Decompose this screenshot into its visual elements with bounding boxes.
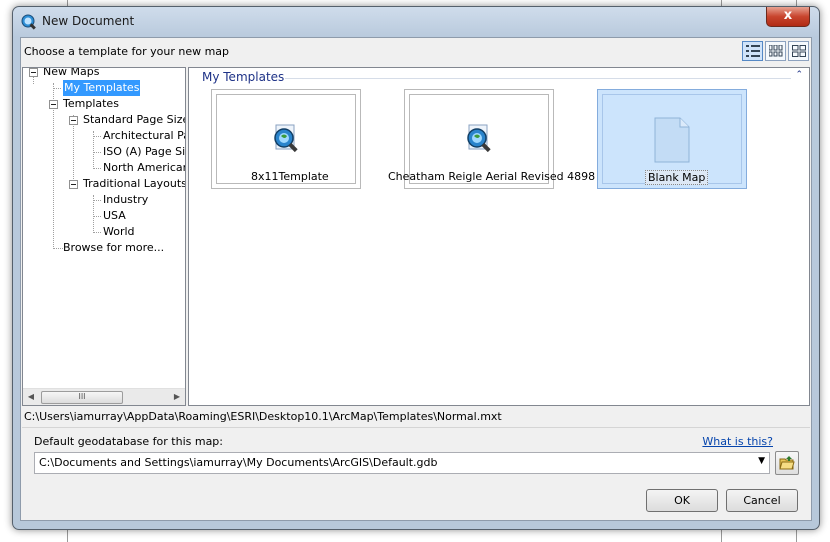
collapse-templates-icon[interactable]: [49, 100, 58, 109]
tree-item-browse[interactable]: Browse for more...: [63, 240, 164, 256]
divider: [22, 427, 810, 428]
tree-item-north-american[interactable]: North American (: [103, 160, 185, 176]
blank-document-icon: [654, 117, 690, 163]
title-bar[interactable]: New Document x: [13, 7, 819, 37]
collapse-group-icon[interactable]: ⌃: [795, 70, 803, 80]
tree-item-industry[interactable]: Industry: [103, 192, 148, 208]
category-tree[interactable]: New Maps My Templates Templates Standard…: [22, 67, 186, 406]
collapse-standard-page-sizes-icon[interactable]: [69, 116, 78, 125]
dialog-body: Choose a template for your new map New M…: [20, 37, 812, 521]
tree-item-standard-page-sizes[interactable]: Standard Page Sizes: [83, 112, 185, 128]
what-is-this-link[interactable]: What is this?: [702, 435, 773, 448]
collapse-traditional-layouts-icon[interactable]: [69, 180, 78, 189]
large-thumbnails-icon: [791, 45, 806, 57]
geodatabase-value: C:\Documents and Settings\iamurray\My Do…: [39, 456, 438, 469]
geodatabase-label: Default geodatabase for this map:: [34, 435, 223, 448]
chevron-down-icon[interactable]: ▼: [758, 456, 765, 466]
template-label: 8x11Template: [251, 170, 329, 183]
tree-item-my-templates[interactable]: My Templates: [61, 79, 142, 97]
view-toggle-group: [742, 41, 809, 61]
tree-item-traditional-layouts[interactable]: Traditional Layouts: [83, 176, 185, 192]
tree-item-templates[interactable]: Templates: [63, 96, 119, 112]
open-folder-icon: [779, 456, 795, 470]
tree-item-iso[interactable]: ISO (A) Page Siz: [103, 144, 185, 160]
ok-button[interactable]: OK: [646, 489, 718, 512]
browse-geodatabase-button[interactable]: [775, 451, 799, 475]
prompt-text: Choose a template for your new map: [24, 45, 230, 58]
list-view-button[interactable]: [742, 41, 763, 61]
cancel-button[interactable]: Cancel: [726, 489, 798, 512]
template-label: Cheatham Reigle Aerial Revised 4898: [388, 170, 596, 183]
template-path: C:\Users\iamurray\AppData\Roaming\ESRI\D…: [24, 410, 502, 423]
tree-item-architectural[interactable]: Architectural Pag: [103, 128, 185, 144]
new-document-dialog: New Document x Choose a template for you…: [12, 6, 820, 530]
group-divider: [285, 78, 791, 79]
collapse-new-maps-icon[interactable]: [29, 68, 38, 77]
tree-item-new-maps[interactable]: New Maps: [43, 68, 99, 80]
arcmap-document-icon: [467, 124, 491, 153]
scroll-right-icon[interactable]: ▶: [169, 389, 185, 405]
tree-item-usa[interactable]: USA: [103, 208, 126, 224]
list-view-icon: [745, 45, 760, 57]
templates-panel: My Templates ⌃ 8x11Template Cheatham Rei…: [188, 67, 810, 406]
large-thumbnails-button[interactable]: [788, 41, 809, 61]
small-thumbnails-icon: [768, 45, 782, 57]
tree-item-world[interactable]: World: [103, 224, 135, 240]
close-button[interactable]: x: [766, 7, 810, 27]
template-label: Blank Map: [645, 170, 709, 185]
arcmap-document-icon: [274, 124, 298, 153]
group-header: My Templates: [202, 70, 285, 84]
arcmap-app-icon: [21, 14, 36, 30]
window-title: New Document: [42, 14, 135, 28]
scroll-thumb[interactable]: III: [41, 391, 123, 404]
geodatabase-select[interactable]: C:\Documents and Settings\iamurray\My Do…: [34, 452, 770, 474]
small-thumbnails-button[interactable]: [765, 41, 786, 61]
tree-horizontal-scrollbar[interactable]: ◀ III ▶: [23, 388, 185, 405]
scroll-left-icon[interactable]: ◀: [23, 389, 39, 405]
